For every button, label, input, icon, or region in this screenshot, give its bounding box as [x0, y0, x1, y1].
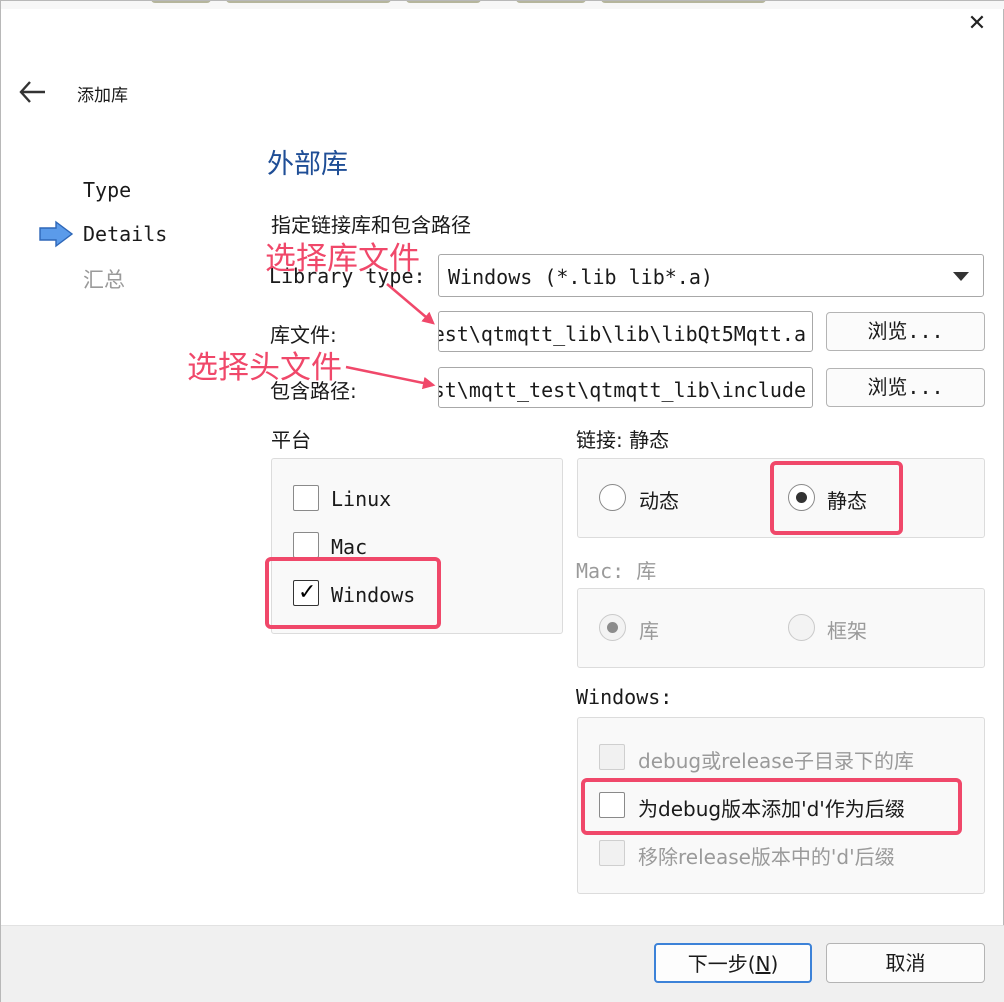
- wizard-title: 添加库: [77, 86, 128, 106]
- select-library-annotation: 选择库文件: [265, 241, 420, 277]
- mac-group-title: Mac: 库: [576, 559, 657, 583]
- next-button[interactable]: 下一步(N): [654, 943, 812, 983]
- include-path-value: st\mqtt_test\qtmqtt_lib\include: [438, 378, 806, 402]
- subdir-library-checkbox[interactable]: [599, 744, 625, 770]
- step-summary: 汇总: [83, 268, 125, 292]
- dynamic-radio-label: 动态: [639, 489, 679, 513]
- mac-library-radio-label: 库: [639, 619, 659, 643]
- library-type-select[interactable]: Windows (*.lib lib*.a): [438, 254, 984, 297]
- remove-release-suffix-checkbox[interactable]: [599, 840, 625, 866]
- static-highlight-box: [770, 461, 903, 535]
- dynamic-radio[interactable]: [599, 484, 626, 511]
- next-button-tail: ): [770, 952, 779, 976]
- mac-checkbox-label: Mac: [331, 535, 368, 559]
- next-button-label: 下一步(: [687, 952, 756, 976]
- cancel-button[interactable]: 取消: [826, 943, 985, 983]
- arrow-left-icon[interactable]: [15, 75, 51, 109]
- linux-checkbox[interactable]: [293, 485, 319, 511]
- background-window-strip: [1, 1, 1004, 9]
- mac-framework-radio-label: 框架: [827, 619, 867, 643]
- select-library-arrow: [386, 283, 435, 325]
- debug-suffix-highlight-box: [581, 778, 962, 835]
- windows-highlight-box: [265, 557, 441, 629]
- chevron-down-icon: [953, 272, 969, 281]
- linux-checkbox-label: Linux: [331, 487, 392, 511]
- mac-checkbox[interactable]: [293, 532, 319, 558]
- remove-release-suffix-checkbox-label: 移除release版本中的'd'后缀: [638, 845, 895, 869]
- mac-framework-radio[interactable]: [788, 614, 815, 641]
- library-type-value: Windows (*.lib lib*.a): [448, 265, 713, 289]
- mac-library-radio[interactable]: [599, 614, 626, 641]
- include-path-browse-button[interactable]: 浏览...: [826, 368, 985, 407]
- library-file-value: est\qtmqtt_lib\lib\libQt5Mqtt.a: [438, 322, 806, 346]
- select-header-arrow: [345, 365, 436, 390]
- step-type: Type: [83, 178, 132, 202]
- library-file-browse-button[interactable]: 浏览...: [826, 312, 985, 351]
- subdir-library-checkbox-label: debug或release子目录下的库: [638, 749, 914, 773]
- arrow-right-icon: [39, 220, 74, 248]
- step-details: Details: [83, 222, 168, 246]
- add-library-dialog: ✕ 添加库 Type Details 汇总 外部库 指定链接库和包含路径 Lib…: [0, 0, 1004, 1002]
- library-file-input[interactable]: est\qtmqtt_lib\lib\libQt5Mqtt.a: [438, 311, 813, 352]
- platform-group-title: 平台: [271, 428, 311, 452]
- include-path-input[interactable]: st\mqtt_test\qtmqtt_lib\include: [438, 367, 813, 408]
- windows-group-title: Windows:: [576, 685, 673, 709]
- next-button-mnemonic: N: [755, 952, 771, 976]
- select-header-annotation: 选择头文件: [187, 350, 342, 386]
- close-icon[interactable]: ✕: [959, 7, 995, 41]
- linkage-group-title: 链接: 静态: [576, 428, 670, 452]
- page-heading: 外部库: [267, 149, 348, 180]
